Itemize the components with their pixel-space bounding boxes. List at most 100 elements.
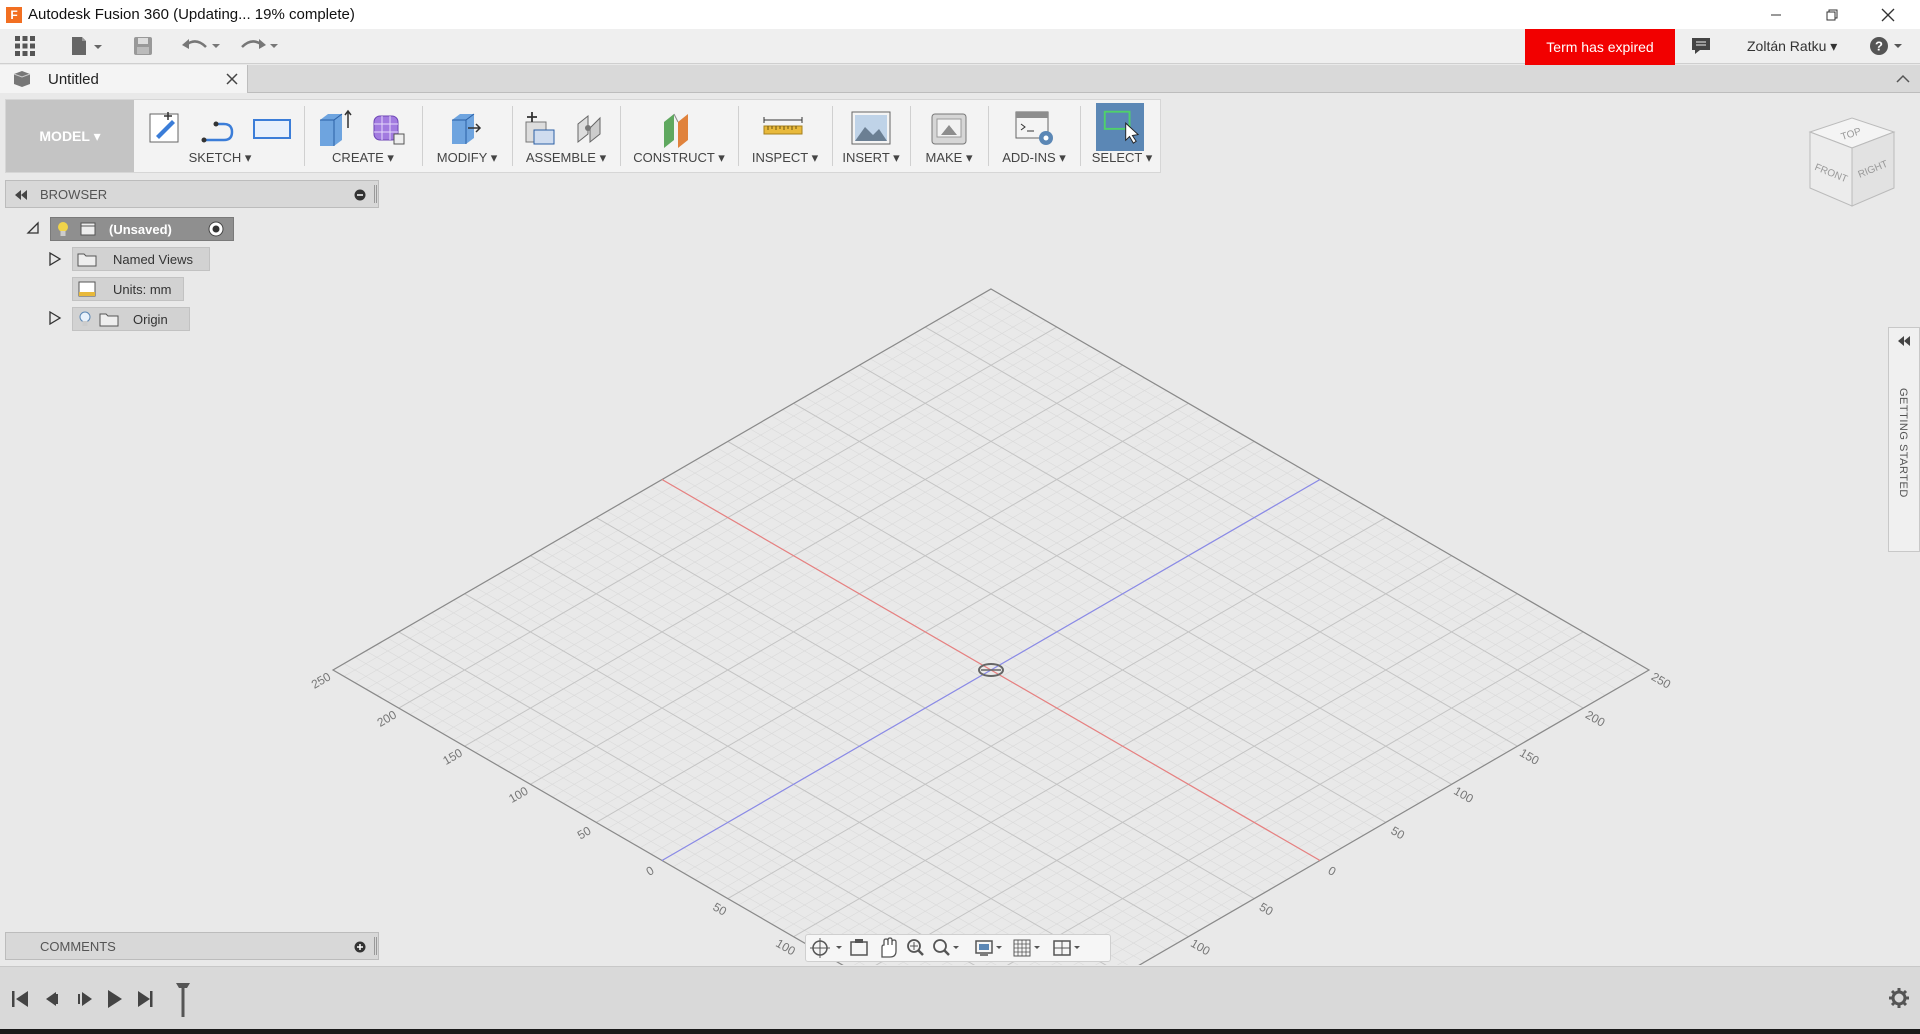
lightbulb-icon[interactable]	[55, 220, 71, 238]
ribbon-separator	[304, 106, 305, 166]
orbit-icon[interactable]	[810, 938, 842, 958]
lightbulb-off-icon[interactable]	[77, 310, 93, 328]
display-settings-icon[interactable]	[975, 940, 1002, 956]
insert-image-icon[interactable]	[850, 108, 892, 148]
extrude-icon[interactable]	[316, 108, 352, 148]
minus-circle-icon[interactable]	[354, 189, 366, 201]
workspace-switcher[interactable]: MODEL ▾	[6, 100, 134, 172]
taskbar-edge	[0, 1029, 1920, 1034]
ribbon-separator	[620, 106, 621, 166]
timeline-marker-icon[interactable]	[176, 983, 190, 1017]
tree-node-named-views[interactable]: Named Views	[72, 247, 210, 271]
timeline-settings-gear-icon[interactable]	[1888, 987, 1910, 1009]
press-pull-icon[interactable]	[446, 108, 482, 148]
fit-zoom-icon[interactable]	[933, 939, 959, 956]
joint-icon[interactable]	[572, 108, 608, 148]
plus-circle-icon[interactable]	[354, 941, 366, 953]
create-sketch-icon[interactable]	[146, 108, 182, 148]
chevron-up-icon[interactable]	[1895, 74, 1911, 84]
grid-line	[365, 650, 909, 965]
tree-root-unsaved[interactable]: (Unsaved)	[50, 217, 234, 241]
3d-viewport[interactable]: 2502001501005005010015025020015010050050…	[0, 117, 1920, 965]
last-frame-icon[interactable]	[138, 991, 153, 1007]
insert-group[interactable]: INSERT ▾	[836, 100, 906, 172]
folder-icon	[99, 313, 119, 327]
view-cube[interactable]: TOP FRONT RIGHT	[1800, 110, 1910, 220]
tree-collapse-icon[interactable]	[26, 221, 40, 235]
rectangle-tool-icon[interactable]	[252, 108, 292, 148]
data-panel-button[interactable]	[12, 33, 38, 59]
offset-plane-icon[interactable]	[660, 108, 696, 148]
ribbon-separator	[1080, 106, 1081, 166]
grid-line	[354, 657, 887, 965]
select-group[interactable]: SELECT ▾	[1084, 100, 1160, 172]
viewports-icon[interactable]	[1053, 940, 1080, 956]
browser-panel-header[interactable]: BROWSER	[5, 180, 379, 208]
user-account-menu[interactable]: Zoltán Ratku ▾	[1747, 38, 1837, 55]
expand-left-icon[interactable]	[1897, 336, 1911, 346]
minimize-icon	[1771, 14, 1781, 15]
collapse-left-icon[interactable]	[14, 190, 28, 200]
construct-label: CONSTRUCT ▾	[633, 150, 725, 165]
ribbon-separator	[910, 106, 911, 166]
grid-line	[376, 644, 931, 965]
pan-icon[interactable]	[881, 937, 897, 958]
document-icon	[13, 71, 31, 87]
file-menu-button[interactable]	[66, 33, 106, 59]
ribbon-separator	[832, 106, 833, 166]
form-icon[interactable]	[370, 108, 406, 148]
sketch-group[interactable]: SKETCH ▾	[140, 100, 300, 172]
panel-resize-handle[interactable]	[374, 937, 377, 955]
construct-group[interactable]: CONSTRUCT ▾	[624, 100, 734, 172]
scripts-addins-icon[interactable]	[1014, 108, 1056, 148]
grid-line	[1051, 644, 1606, 965]
grid-settings-icon[interactable]	[1013, 939, 1040, 957]
activate-radio-icon[interactable]	[207, 220, 225, 238]
comments-panel-header[interactable]: COMMENTS	[5, 932, 379, 960]
tab-untitled[interactable]: Untitled	[0, 65, 248, 93]
tree-node-label: Named Views	[113, 251, 193, 267]
undo-button[interactable]	[180, 33, 224, 59]
grid-label-right: 250	[1649, 669, 1674, 691]
getting-started-panel-tab[interactable]: GETTING STARTED	[1888, 327, 1920, 552]
redo-icon	[241, 39, 278, 49]
addins-group[interactable]: ADD-INS ▾	[992, 100, 1076, 172]
getting-started-label: GETTING STARTED	[1897, 388, 1909, 498]
redo-button[interactable]	[236, 33, 280, 59]
line-tool-icon[interactable]	[200, 108, 236, 148]
notifications-button[interactable]	[1686, 33, 1716, 59]
panel-resize-handle[interactable]	[374, 185, 377, 203]
inspect-group[interactable]: INSPECT ▾	[742, 100, 828, 172]
first-frame-icon[interactable]	[12, 991, 28, 1007]
play-icon[interactable]	[108, 990, 122, 1008]
measure-icon[interactable]	[762, 108, 804, 148]
minimize-button[interactable]	[1748, 0, 1804, 29]
close-icon	[1881, 8, 1895, 21]
restore-button[interactable]	[1804, 0, 1860, 29]
modify-group[interactable]: MODIFY ▾	[426, 100, 508, 172]
tree-expand-icon[interactable]	[48, 311, 62, 325]
make-group[interactable]: MAKE ▾	[914, 100, 984, 172]
close-window-button[interactable]	[1860, 0, 1916, 29]
tree-node-label: Origin	[133, 311, 168, 327]
tree-node-units[interactable]: Units: mm	[72, 277, 184, 301]
save-button[interactable]	[130, 33, 156, 59]
3d-print-icon[interactable]	[928, 108, 970, 148]
grid-label-right: 50	[1389, 824, 1408, 843]
previous-step-icon[interactable]	[46, 992, 58, 1006]
new-component-icon[interactable]	[522, 108, 558, 148]
window-title: Autodesk Fusion 360 (Updating... 19% com…	[28, 6, 355, 23]
help-button[interactable]: ?	[1866, 33, 1906, 59]
tree-node-origin[interactable]: Origin	[72, 307, 190, 331]
next-step-icon[interactable]	[78, 992, 92, 1006]
ribbon-panel: MODEL ▾ SKETCH ▾ CREATE ▾ MODIFY ▾ ASSEM…	[5, 99, 1161, 173]
zoom-icon[interactable]	[907, 939, 924, 956]
create-group[interactable]: CREATE ▾	[308, 100, 418, 172]
look-at-icon[interactable]	[850, 939, 868, 956]
tree-expand-icon[interactable]	[48, 252, 62, 266]
grid-label-right: 100	[1451, 784, 1476, 806]
assemble-group[interactable]: ASSEMBLE ▾	[516, 100, 616, 172]
close-tab-icon[interactable]	[226, 73, 238, 85]
term-expired-button[interactable]: Term has expired	[1525, 29, 1675, 65]
grid-label-left: 100	[506, 784, 531, 806]
